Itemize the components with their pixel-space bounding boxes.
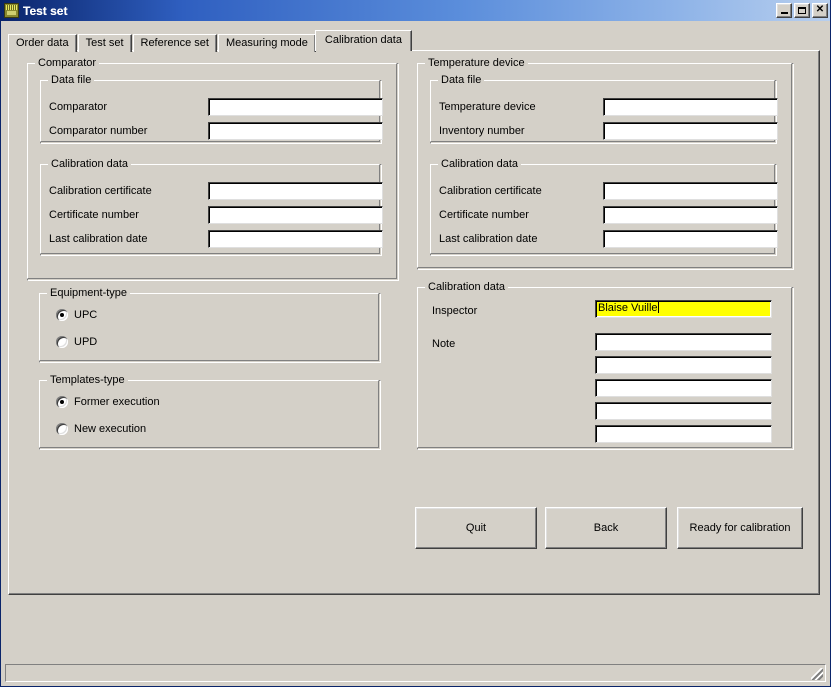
- tab-reference-set[interactable]: Reference set: [132, 34, 217, 52]
- status-bar: [5, 664, 826, 682]
- back-button[interactable]: Back: [545, 507, 667, 549]
- group-templates-type-caption: Templates-type: [47, 374, 128, 386]
- group-comparator-data-file-caption: Data file: [48, 74, 95, 86]
- input-note-4[interactable]: [595, 402, 772, 420]
- input-note-3[interactable]: [595, 379, 772, 397]
- client-area: Order data Test set Reference set Measur…: [1, 21, 830, 686]
- label-comparator-calibration-certificate: Calibration certificate: [49, 185, 152, 197]
- quit-button[interactable]: Quit: [415, 507, 537, 549]
- window-controls: ✕: [776, 3, 828, 18]
- maximize-icon: [795, 4, 809, 17]
- ready-for-calibration-button[interactable]: Ready for calibration: [677, 507, 803, 549]
- tab-measuring-mode[interactable]: Measuring mode: [217, 34, 316, 52]
- group-comparator-calibration-data: Calibration data Calibration certificate…: [40, 158, 383, 256]
- input-note-1[interactable]: [595, 333, 772, 351]
- tab-calibration-data[interactable]: Calibration data: [314, 30, 412, 51]
- input-inventory-number[interactable]: [603, 122, 778, 140]
- tab-label: Order data: [16, 37, 69, 49]
- radio-templates-type-former-execution[interactable]: Former execution: [56, 396, 160, 408]
- quit-button-label: Quit: [465, 522, 487, 534]
- input-note-2[interactable]: [595, 356, 772, 374]
- radio-dot-icon: [56, 423, 68, 435]
- input-inspector[interactable]: Blaise Vuille: [595, 300, 772, 318]
- label-temperature-last-calibration-date: Last calibration date: [439, 233, 538, 245]
- group-temperature-device-calibration-data-caption: Calibration data: [438, 158, 522, 170]
- radio-label: UPC: [74, 309, 98, 321]
- group-temperature-device: Temperature device Data file Temperature…: [417, 57, 794, 270]
- title-bar[interactable]: Test set ✕: [1, 0, 830, 21]
- radio-dot-icon: [56, 396, 68, 408]
- input-note-5[interactable]: [595, 425, 772, 443]
- label-comparator-number: Comparator number: [49, 125, 148, 137]
- text-caret: [657, 302, 659, 313]
- label-comparator-certificate-number: Certificate number: [49, 209, 139, 221]
- ready-for-calibration-button-label: Ready for calibration: [689, 522, 791, 534]
- group-calibration-data: Calibration data Inspector Blaise Vuille…: [417, 281, 794, 450]
- input-comparator-last-calibration-date[interactable]: [208, 230, 383, 248]
- group-comparator-data-file: Data file Comparator Comparator number: [40, 74, 383, 144]
- maximize-button[interactable]: [794, 3, 810, 18]
- input-temperature-calibration-certificate[interactable]: [603, 182, 778, 200]
- group-calibration-data-caption: Calibration data: [425, 281, 509, 293]
- group-comparator-calibration-data-caption: Calibration data: [48, 158, 132, 170]
- input-comparator-certificate-number[interactable]: [208, 206, 383, 224]
- group-temperature-device-calibration-data: Calibration data Calibration certificate…: [430, 158, 778, 256]
- close-icon: ✕: [815, 4, 825, 15]
- radio-label: UPD: [74, 336, 98, 348]
- group-temperature-device-data-file: Data file Temperature device Inventory n…: [430, 74, 778, 144]
- radio-label: New execution: [74, 423, 147, 435]
- label-inventory-number: Inventory number: [439, 125, 525, 137]
- input-temperature-last-calibration-date[interactable]: [603, 230, 778, 248]
- input-temperature-device[interactable]: [603, 98, 778, 116]
- input-temperature-certificate-number[interactable]: [603, 206, 778, 224]
- group-templates-type: Templates-type Former execution New exec…: [39, 374, 381, 450]
- minimize-icon: [777, 4, 791, 17]
- label-comparator: Comparator: [49, 101, 108, 113]
- input-inspector-value: Blaise Vuille: [598, 302, 658, 314]
- minimize-button[interactable]: [776, 3, 792, 18]
- radio-dot-icon: [56, 309, 68, 321]
- tab-order-data[interactable]: Order data: [8, 34, 77, 52]
- radio-templates-type-new-execution[interactable]: New execution: [56, 423, 146, 435]
- radio-equipment-type-upd[interactable]: UPD: [56, 336, 97, 348]
- tab-label: Calibration data: [324, 34, 402, 46]
- app-icon: [4, 3, 19, 18]
- radio-dot-icon: [56, 336, 68, 348]
- tab-test-set[interactable]: Test set: [77, 34, 132, 52]
- tab-label: Measuring mode: [225, 37, 308, 49]
- label-comparator-last-calibration-date: Last calibration date: [49, 233, 148, 245]
- back-button-label: Back: [593, 522, 619, 534]
- label-inspector: Inspector: [432, 305, 478, 317]
- tab-page-calibration-data: Comparator Data file Comparator Comparat…: [8, 50, 820, 595]
- window-title: Test set: [23, 3, 68, 18]
- label-temperature-device: Temperature device: [439, 101, 536, 113]
- radio-label: Former execution: [74, 396, 160, 408]
- group-equipment-type-caption: Equipment-type: [47, 287, 131, 299]
- group-equipment-type: Equipment-type UPC UPD: [39, 287, 381, 363]
- tab-strip: Order data Test set Reference set Measur…: [8, 30, 412, 52]
- label-note: Note: [432, 338, 456, 350]
- close-button[interactable]: ✕: [812, 3, 828, 18]
- label-temperature-calibration-certificate: Calibration certificate: [439, 185, 542, 197]
- group-comparator: Comparator Data file Comparator Comparat…: [27, 57, 399, 281]
- resize-grip[interactable]: [811, 668, 823, 680]
- input-comparator-number[interactable]: [208, 122, 383, 140]
- radio-equipment-type-upc[interactable]: UPC: [56, 309, 97, 321]
- tab-label: Reference set: [140, 37, 209, 49]
- input-comparator[interactable]: [208, 98, 383, 116]
- label-temperature-certificate-number: Certificate number: [439, 209, 529, 221]
- tab-label: Test set: [85, 37, 124, 49]
- main-window: Test set ✕ Order data Test set Reference…: [0, 0, 831, 687]
- group-comparator-caption: Comparator: [35, 57, 100, 69]
- group-temperature-device-data-file-caption: Data file: [438, 74, 485, 86]
- tab-control: Order data Test set Reference set Measur…: [8, 30, 820, 595]
- input-comparator-calibration-certificate[interactable]: [208, 182, 383, 200]
- group-temperature-device-caption: Temperature device: [425, 57, 528, 69]
